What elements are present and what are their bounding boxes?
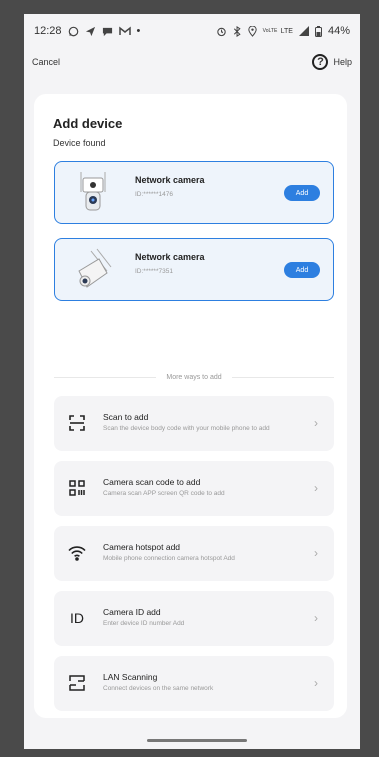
chevron-right-icon: ›	[314, 481, 318, 495]
scan-to-add-option[interactable]: Scan to add Scan the device body code wi…	[54, 396, 334, 451]
wifi-icon	[64, 540, 90, 566]
qr-code-icon	[64, 475, 90, 501]
device-card[interactable]: Network camera ID:******1476 Add	[54, 161, 334, 224]
more-ways-label: More ways to add	[166, 373, 222, 381]
bluetooth-icon	[233, 25, 241, 37]
chevron-right-icon: ›	[314, 611, 318, 625]
lan-icon	[64, 670, 90, 696]
lte-icon: LTE	[280, 27, 293, 35]
help-icon: ?	[312, 54, 329, 70]
chevron-right-icon: ›	[314, 546, 318, 560]
device-id: ID:******7351	[135, 268, 173, 275]
device-name: Network camera	[135, 252, 205, 262]
dome-camera-icon	[80, 172, 106, 211]
battery-icon	[314, 25, 322, 37]
option-desc: Scan the device body code with your mobi…	[103, 425, 270, 432]
option-title: Camera hotspot add	[103, 542, 181, 552]
status-left: 12:28 •	[34, 25, 140, 37]
chevron-right-icon: ›	[314, 416, 318, 430]
option-title: Camera ID add	[103, 607, 161, 617]
option-desc: Enter device ID number Add	[103, 620, 185, 627]
chevron-right-icon: ›	[314, 676, 318, 690]
add-device-sheet: Add device Device found Network camera I…	[34, 94, 347, 718]
help-button[interactable]: ? Help	[312, 54, 352, 70]
option-desc: Mobile phone connection camera hotspot A…	[103, 555, 235, 562]
dot-icon: •	[136, 25, 141, 37]
whatsapp-icon	[68, 26, 78, 36]
top-bar: Cancel ? Help	[24, 48, 360, 76]
device-name: Network camera	[135, 175, 205, 185]
device-found-label: Device found	[53, 138, 106, 148]
cancel-button[interactable]: Cancel	[32, 57, 60, 67]
bullet-camera-icon	[78, 248, 112, 288]
option-title: LAN Scanning	[103, 672, 158, 682]
location-icon	[247, 25, 257, 37]
add-device-button[interactable]: Add	[284, 262, 320, 278]
status-bar: 12:28 • VoLTE LTE 44%	[24, 14, 360, 48]
page-title: Add device	[53, 116, 123, 131]
option-title: Camera scan code to add	[103, 477, 201, 487]
help-label: Help	[333, 57, 352, 67]
device-card[interactable]: Network camera ID:******7351 Add	[54, 238, 334, 301]
alarm-icon	[216, 27, 226, 36]
more-ways-divider: More ways to add	[54, 371, 334, 383]
add-device-button[interactable]: Add	[284, 185, 320, 201]
device-id: ID:******1476	[135, 191, 173, 198]
camera-id-option[interactable]: ID Camera ID add Enter device ID number …	[54, 591, 334, 646]
divider-line	[231, 376, 334, 378]
volte-icon: VoLTE	[262, 27, 278, 34]
option-title: Scan to add	[103, 412, 149, 422]
camera-scan-code-option[interactable]: Camera scan code to add Camera scan APP …	[54, 461, 334, 516]
option-desc: Camera scan APP screen QR code to add	[103, 490, 225, 497]
scan-icon	[64, 410, 90, 436]
option-desc: Connect devices on the same network	[103, 685, 214, 692]
phone-screen: 12:28 • VoLTE LTE 44% Cancel ? Help Add …	[24, 14, 360, 749]
chat-icon	[102, 27, 112, 36]
gmail-icon	[118, 26, 131, 35]
battery-percent: 44%	[327, 25, 350, 37]
status-time: 12:28	[34, 25, 62, 37]
lan-scanning-option[interactable]: LAN Scanning Connect devices on the same…	[54, 656, 334, 711]
camera-hotspot-option[interactable]: Camera hotspot add Mobile phone connecti…	[54, 526, 334, 581]
home-indicator[interactable]	[147, 739, 247, 742]
send-icon	[85, 26, 95, 36]
status-right: VoLTE LTE 44%	[216, 25, 350, 37]
id-icon: ID	[70, 610, 84, 626]
signal-icon	[298, 26, 309, 36]
divider-line	[54, 376, 157, 378]
